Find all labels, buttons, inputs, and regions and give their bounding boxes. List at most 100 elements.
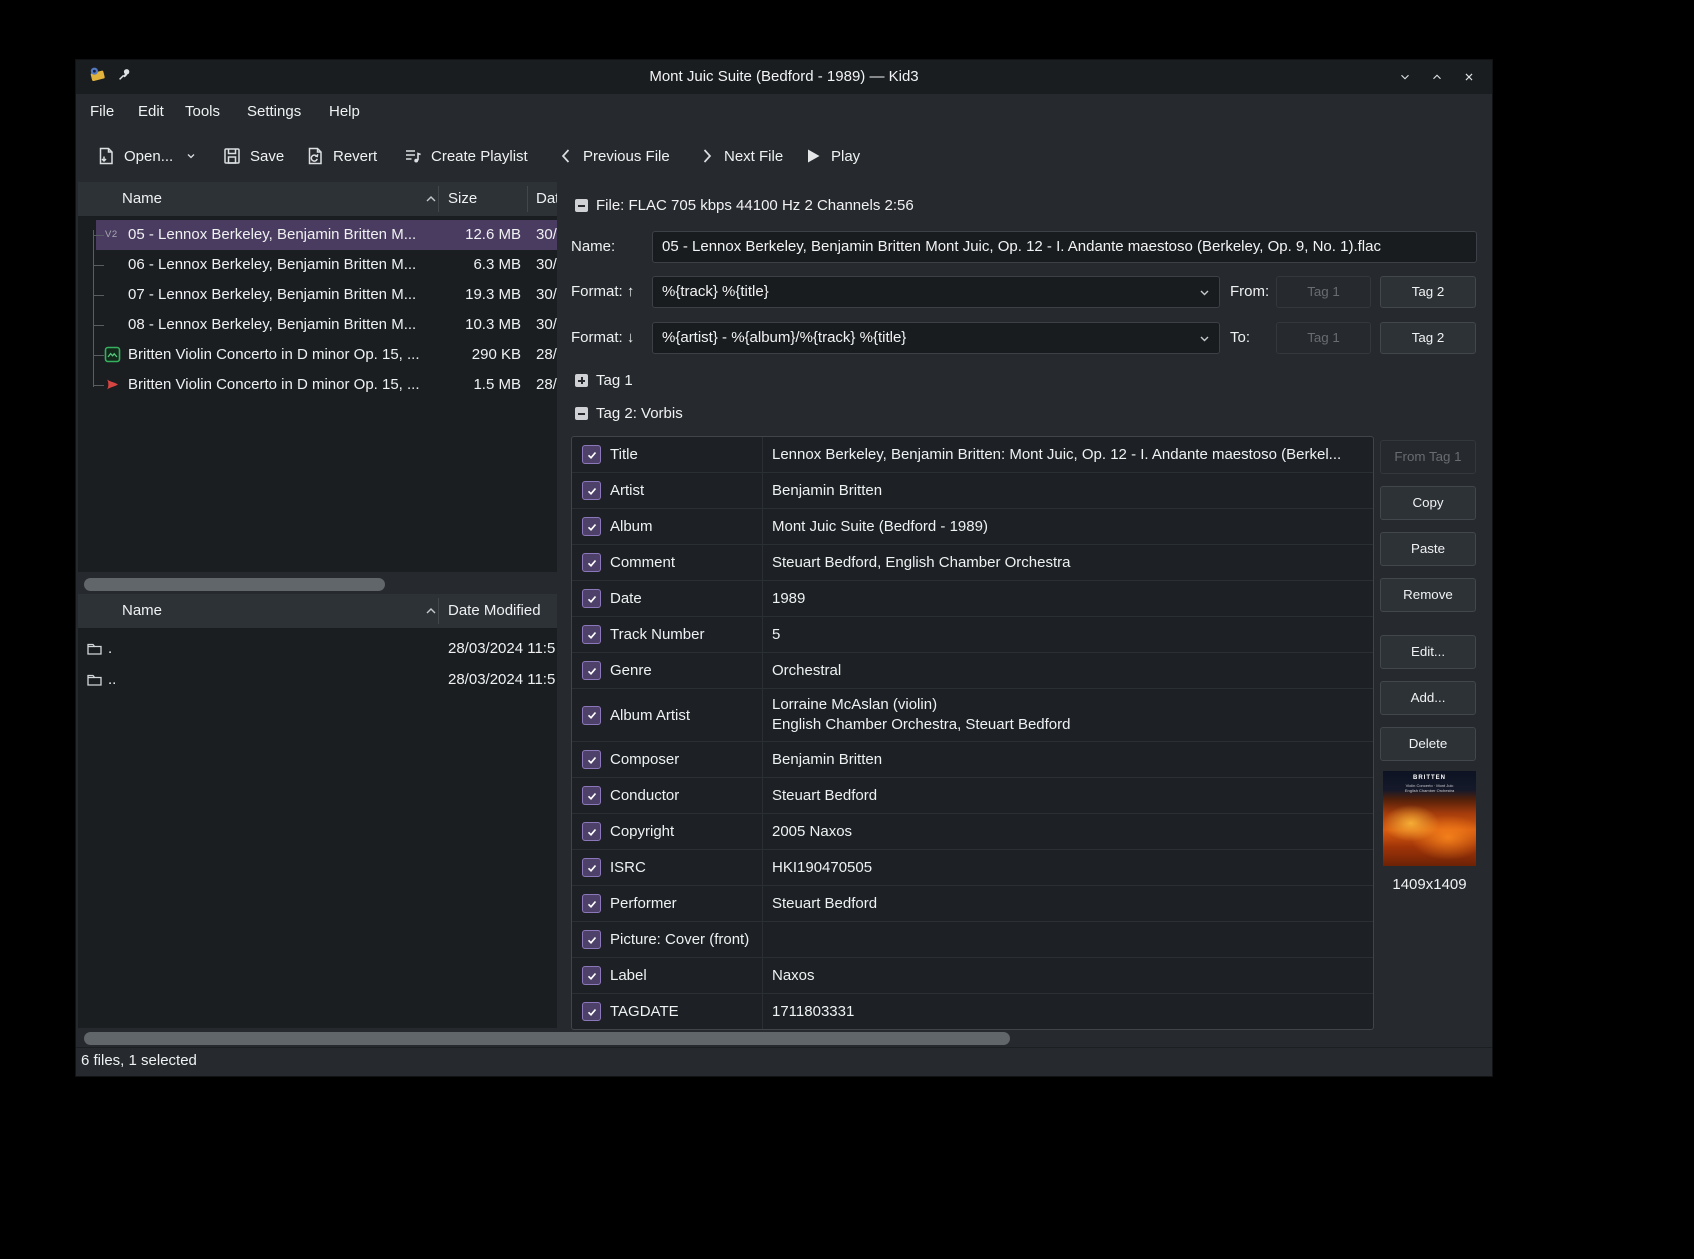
to-tag1-filename-button[interactable]: Tag 1 [1276, 322, 1371, 354]
from-tag2-filename-button[interactable]: Tag 2 [1380, 276, 1476, 308]
column-date-modified[interactable]: Date Modified [448, 594, 541, 628]
to-tag2-filename-button[interactable]: Tag 2 [1380, 322, 1476, 354]
tag-field-value[interactable]: 1711803331 [763, 1002, 1373, 1022]
tag-row-conductor[interactable]: Conductor Steuart Bedford [572, 778, 1373, 814]
column-size[interactable]: Size [448, 182, 477, 216]
delete-button[interactable]: Delete [1380, 727, 1476, 761]
expand-tag1-section-icon[interactable] [575, 374, 588, 387]
file-list-header[interactable]: Name Size Date Modified [78, 182, 557, 217]
file-row[interactable]: 08 - Lennox Berkeley, Benjamin Britten M… [78, 310, 557, 340]
directory-row[interactable]: .. 28/03/2024 11:5 [78, 665, 557, 695]
from-tag1-filename-button[interactable]: Tag 1 [1276, 276, 1371, 308]
maximize-button[interactable] [1424, 64, 1450, 90]
titlebar[interactable]: Mont Juic Suite (Bedford - 1989) — Kid3 [76, 60, 1492, 94]
checkbox-checked[interactable] [582, 481, 601, 500]
tag-row-album-artist[interactable]: Album Artist Lorraine McAslan (violin) E… [572, 689, 1373, 742]
tag-row-track-number[interactable]: Track Number 5 [572, 617, 1373, 653]
checkbox-checked[interactable] [582, 1002, 601, 1021]
minimize-button[interactable] [1392, 64, 1418, 90]
tag-field-value[interactable]: Benjamin Britten [763, 750, 1373, 770]
format-to-filename-combobox[interactable]: %{artist} - %{album}/%{track} %{title} [652, 322, 1220, 354]
tag-field-value[interactable]: Benjamin Britten [763, 481, 1373, 501]
tag-field-value[interactable]: Steuart Bedford [763, 894, 1373, 914]
file-row[interactable]: Britten Violin Concerto in D minor Op. 1… [78, 370, 557, 400]
column-divider[interactable] [527, 186, 528, 212]
checkbox-checked[interactable] [582, 661, 601, 680]
tag-row-date[interactable]: Date 1989 [572, 581, 1373, 617]
play-button[interactable]: Play [803, 140, 860, 172]
copy-button[interactable]: Copy [1380, 486, 1476, 520]
tag-field-value[interactable]: Orchestral [763, 661, 1373, 681]
tag-row-picture[interactable]: Picture: Cover (front) [572, 922, 1373, 958]
album-cover-thumbnail[interactable]: BRITTEN Violin Concerto · Mont JuicEngli… [1383, 771, 1476, 866]
next-file-button[interactable]: Next File [698, 140, 783, 172]
checkbox-checked[interactable] [582, 894, 601, 913]
tag-row-artist[interactable]: Artist Benjamin Britten [572, 473, 1373, 509]
create-playlist-button[interactable]: Create Playlist [403, 140, 528, 172]
file-row[interactable]: 07 - Lennox Berkeley, Benjamin Britten M… [78, 280, 557, 310]
open-button[interactable]: Open... [96, 140, 197, 172]
menu-tools[interactable]: Tools [185, 94, 220, 130]
revert-button[interactable]: Revert [305, 140, 377, 172]
tag-field-value[interactable]: Naxos [763, 966, 1373, 986]
checkbox-checked[interactable] [582, 750, 601, 769]
remove-button[interactable]: Remove [1380, 578, 1476, 612]
checkbox-checked[interactable] [582, 966, 601, 985]
collapse-file-section-icon[interactable] [575, 199, 588, 212]
horizontal-scrollbar-thumb[interactable] [84, 578, 385, 591]
tag-field-value[interactable]: HKI190470505 [763, 858, 1373, 878]
column-date[interactable]: Date Modified [536, 182, 557, 216]
format-from-filename-combobox[interactable]: %{track} %{title} [652, 276, 1220, 308]
tag-row-genre[interactable]: Genre Orchestral [572, 653, 1373, 689]
directory-list-header[interactable]: Name Date Modified [78, 594, 557, 629]
menu-file[interactable]: File [90, 94, 114, 130]
checkbox-checked[interactable] [582, 625, 601, 644]
tag-field-value[interactable]: Steuart Bedford, English Chamber Orchest… [763, 553, 1373, 573]
column-divider[interactable] [438, 598, 439, 624]
tag-field-value[interactable]: 5 [763, 625, 1373, 645]
edit-button[interactable]: Edit... [1380, 635, 1476, 669]
checkbox-checked[interactable] [582, 517, 601, 536]
close-button[interactable] [1456, 64, 1482, 90]
file-row[interactable]: Britten Violin Concerto in D minor Op. 1… [78, 340, 557, 370]
checkbox-checked[interactable] [582, 706, 601, 725]
checkbox-checked[interactable] [582, 786, 601, 805]
tag-row-composer[interactable]: Composer Benjamin Britten [572, 742, 1373, 778]
column-name[interactable]: Name [122, 182, 162, 216]
menu-edit[interactable]: Edit [138, 94, 164, 130]
tag-row-comment[interactable]: Comment Steuart Bedford, English Chamber… [572, 545, 1373, 581]
tag-field-value[interactable]: 2005 Naxos [763, 822, 1373, 842]
filename-input[interactable]: 05 - Lennox Berkeley, Benjamin Britten M… [652, 231, 1477, 263]
add-button[interactable]: Add... [1380, 681, 1476, 715]
column-divider[interactable] [438, 186, 439, 212]
tag-row-performer[interactable]: Performer Steuart Bedford [572, 886, 1373, 922]
from-tag1-button[interactable]: From Tag 1 [1380, 440, 1476, 474]
checkbox-checked[interactable] [582, 930, 601, 949]
horizontal-scrollbar-thumb[interactable] [84, 1032, 1010, 1045]
save-button[interactable]: Save [222, 140, 284, 172]
collapse-tag2-section-icon[interactable] [575, 407, 588, 420]
checkbox-checked[interactable] [582, 822, 601, 841]
tag-field-value[interactable]: Lorraine McAslan (violin) English Chambe… [763, 695, 1373, 735]
file-row-selected[interactable]: V2 05 - Lennox Berkeley, Benjamin Britte… [78, 220, 557, 250]
column-name[interactable]: Name [122, 594, 162, 628]
file-row[interactable]: 06 - Lennox Berkeley, Benjamin Britten M… [78, 250, 557, 280]
menu-settings[interactable]: Settings [247, 94, 301, 130]
tag-field-value[interactable]: Mont Juic Suite (Bedford - 1989) [763, 517, 1373, 537]
tag-row-copyright[interactable]: Copyright 2005 Naxos [572, 814, 1373, 850]
tag-field-value[interactable]: Steuart Bedford [763, 786, 1373, 806]
tag-row-title[interactable]: Title Lennox Berkeley, Benjamin Britten:… [572, 437, 1373, 473]
tag-field-value[interactable]: 1989 [763, 589, 1373, 609]
checkbox-checked[interactable] [582, 445, 601, 464]
directory-row[interactable]: . 28/03/2024 11:5 [78, 634, 557, 664]
tag-row-album[interactable]: Album Mont Juic Suite (Bedford - 1989) [572, 509, 1373, 545]
tag-row-label[interactable]: Label Naxos [572, 958, 1373, 994]
checkbox-checked[interactable] [582, 858, 601, 877]
previous-file-button[interactable]: Previous File [557, 140, 670, 172]
paste-button[interactable]: Paste [1380, 532, 1476, 566]
checkbox-checked[interactable] [582, 553, 601, 572]
checkbox-checked[interactable] [582, 589, 601, 608]
tag-row-isrc[interactable]: ISRC HKI190470505 [572, 850, 1373, 886]
chevron-down-icon[interactable] [185, 150, 197, 162]
tag-row-tagdate[interactable]: TAGDATE 1711803331 [572, 994, 1373, 1030]
